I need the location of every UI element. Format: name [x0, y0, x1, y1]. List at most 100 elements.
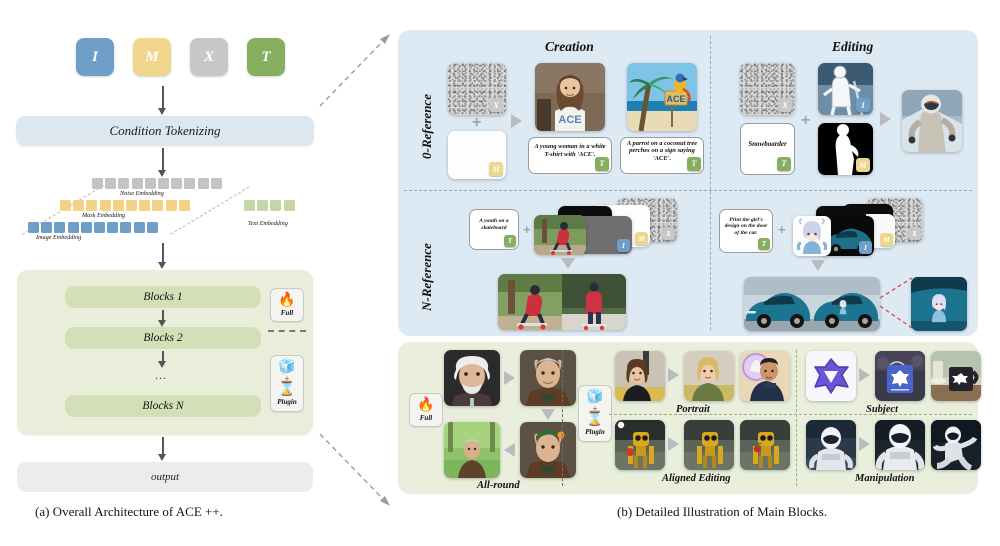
mask-embedding-row [60, 200, 190, 211]
token-noise[interactable]: X [190, 38, 228, 76]
arrow-portrait-1 [668, 368, 679, 382]
tag-m-nref: M [635, 232, 648, 245]
token-image-label: I [92, 48, 98, 65]
subject-bag [875, 351, 925, 401]
arrow-head-out [158, 454, 166, 461]
tag-t-skateboard-label: T [507, 236, 513, 245]
tag-i-nref-label: I [622, 241, 625, 250]
block-2[interactable]: Blocks 2 [65, 327, 261, 349]
aligned-editing-robot-1 [684, 420, 734, 470]
tag-x-car: X [908, 227, 921, 240]
noise-embedding-row [92, 178, 222, 189]
row-label-n-reference: N-Reference [419, 243, 434, 311]
arrow-head-b1 [158, 320, 166, 327]
image-embedding-row [28, 222, 158, 233]
category-label-allround: All-round [477, 480, 520, 491]
tag-x-creation-label: X [493, 100, 499, 110]
full-badge-detail-label: Full [419, 413, 433, 422]
tag-m-editing-label: M [859, 160, 867, 170]
tag-x-creation: X [489, 98, 503, 112]
subject-divider [796, 350, 797, 486]
plus-editing-zero: + [801, 112, 811, 129]
title-creation: Creation [545, 39, 594, 54]
manipulation-robot-2 [875, 420, 925, 470]
arrow-head-b2 [158, 361, 166, 368]
panel-horizontal-divider [404, 190, 972, 191]
tag-m-nref-label: M [638, 234, 645, 243]
tag-x-editing: X [778, 98, 792, 112]
tag-m-creation: M [489, 162, 503, 176]
fire-icon-detail: 🔥 [417, 397, 435, 413]
arrow-tokenizer-to-emb [162, 148, 164, 172]
plus-editing-nref: + [778, 222, 786, 237]
prompt-parrot-ace[interactable]: A parrot on a coconut tree perches on a … [620, 137, 704, 174]
prompt-print-girl-design-text: Print the girl's design on the door of t… [724, 216, 768, 236]
svg-text:ACE: ACE [558, 114, 581, 126]
block-n-label: Blocks N [142, 400, 184, 412]
input-token-row: I M X T [76, 38, 285, 76]
tag-t-woman: T [595, 157, 609, 171]
mask-input-creation: M [448, 131, 506, 179]
full-badge-detail[interactable]: 🔥 Full [409, 393, 443, 427]
arrow-nref-creation-down [561, 258, 575, 269]
token-mask[interactable]: M [133, 38, 171, 76]
portrait-result-2 [740, 351, 790, 401]
category-label-manipulation: Manipulation [855, 473, 915, 484]
plus-creation-nref: + [523, 222, 531, 237]
allround-divider [562, 350, 563, 486]
block-1[interactable]: Blocks 1 [65, 286, 261, 308]
prompt-snowboarder[interactable]: Snowboarder T [740, 123, 795, 175]
connector-bottom [316, 430, 396, 510]
arrow-nref-editing-down [811, 260, 825, 271]
arrow-allround-left [504, 443, 515, 457]
prompt-print-girl-design[interactable]: Print the girl's design on the door of t… [719, 209, 773, 253]
text-embedding-label: Text Embedding [248, 220, 288, 227]
manipulation-robot-1 [806, 420, 856, 470]
allround-elf-scene [444, 422, 500, 478]
arrow-subject [859, 368, 870, 382]
plugin-badge[interactable]: 🧊 + ⌛ Plugin [270, 355, 304, 412]
block-n[interactable]: Blocks N [65, 395, 261, 417]
arrow-allround-down [541, 409, 555, 420]
sketch-snowboarder: I [818, 63, 873, 115]
token-text[interactable]: T [247, 38, 285, 76]
full-finetune-badge[interactable]: 🔥 Full [270, 288, 304, 322]
plugin-badge-label: Plugin [277, 398, 297, 406]
tag-x-nref: X [662, 227, 675, 240]
block-2-label: Blocks 2 [143, 332, 183, 344]
arrow-head-3 [158, 262, 166, 269]
tag-t-car: T [758, 238, 770, 250]
token-text-label: T [261, 48, 271, 65]
mask-embedding-label: Mask Embedding [82, 212, 126, 219]
prompt-youth-skateboard[interactable]: A youth on a skateboard T [469, 209, 519, 250]
condition-tokenizing-box: Condition Tokenizing [16, 116, 314, 146]
ice-cube-icon-detail: 🧊 [586, 390, 604, 405]
green-panel-divider [609, 414, 972, 415]
prompt-woman-ace[interactable]: A young woman in a white T-shirt with 'A… [528, 137, 612, 174]
text-embedding-row [244, 200, 295, 211]
plus-creation-zero: + [472, 114, 482, 131]
token-image[interactable]: I [76, 38, 114, 76]
tag-m-creation-label: M [492, 164, 500, 174]
plugin-badge-detail[interactable]: 🧊 + ⌛ Plugin [578, 385, 612, 442]
blocks-ellipsis-label: ... [155, 368, 167, 382]
tag-i-nref: I [617, 239, 630, 252]
connector-top [316, 30, 396, 110]
portrait-result-1 [684, 351, 734, 401]
allround-elf-hat [520, 422, 576, 478]
noise-input-creation: X [448, 63, 506, 115]
figure-root: I M X T Condition Tokenizing Noise Embed… [0, 0, 1000, 546]
image-embedding-label: Image Embedding [36, 234, 82, 241]
nref-stack-gray: I [578, 216, 632, 254]
tag-m-car-label: M [883, 235, 890, 244]
tag-t-skateboard: T [504, 235, 516, 247]
output-label: output [150, 471, 180, 483]
architecture-panel: I M X T Condition Tokenizing Noise Embed… [0, 0, 340, 546]
panel-vertical-divider [710, 36, 711, 330]
binary-mask-snowboarder: M [818, 123, 873, 175]
allround-einstein [444, 350, 500, 406]
result-skateboard-pair [498, 274, 626, 330]
ice-cube-icon: 🧊 [278, 360, 296, 375]
block-1-label: Blocks 1 [143, 291, 183, 303]
tag-m-car: M [880, 233, 893, 246]
